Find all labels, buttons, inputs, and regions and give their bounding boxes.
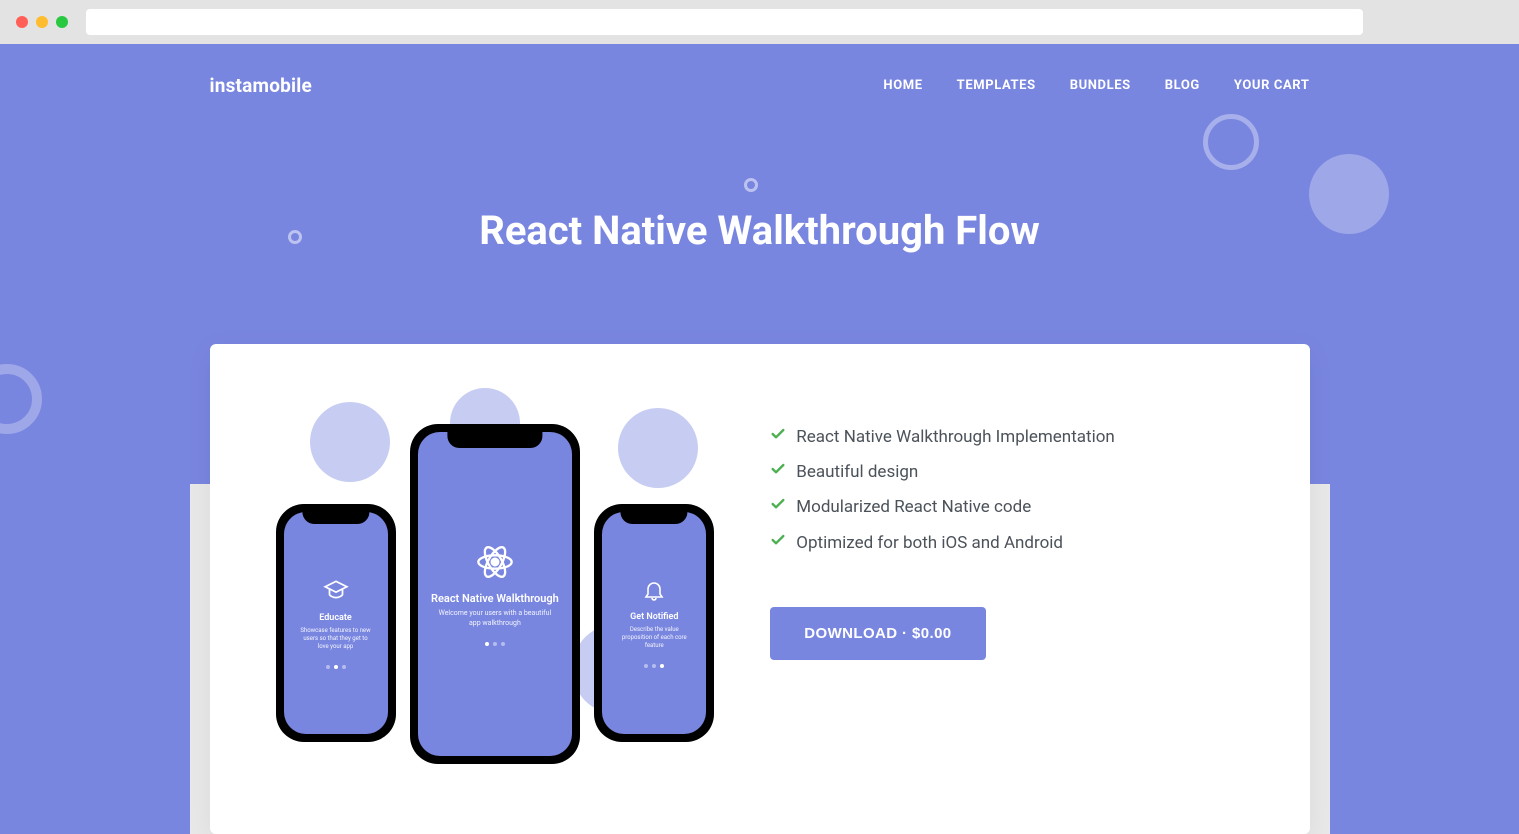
pager-dots-icon <box>485 642 505 646</box>
browser-chrome <box>0 0 1519 44</box>
check-icon <box>770 494 786 521</box>
main-nav: instamobile HOME TEMPLATES BUNDLES BLOG … <box>210 44 1310 117</box>
nav-link-blog[interactable]: BLOG <box>1165 78 1200 93</box>
atom-icon <box>475 542 515 582</box>
feature-text: React Native Walkthrough Implementation <box>796 424 1114 451</box>
nav-links: HOME TEMPLATES BUNDLES BLOG YOUR CART <box>883 78 1309 93</box>
phone-right-subtitle: Describe the value proposition of each c… <box>617 626 693 649</box>
window-controls <box>16 16 68 28</box>
feature-text: Optimized for both iOS and Android <box>796 530 1063 557</box>
phone-left-title: Educate <box>319 613 351 623</box>
decor-arc-icon <box>0 364 42 434</box>
logo[interactable]: instamobile <box>210 74 312 97</box>
feature-item: React Native Walkthrough Implementation <box>770 424 1249 451</box>
phone-center-subtitle: Welcome your users with a beautiful app … <box>435 609 556 627</box>
check-icon <box>770 530 786 557</box>
feature-text: Modularized React Native code <box>796 494 1031 521</box>
bell-icon <box>642 578 666 602</box>
maximize-window-icon[interactable] <box>56 16 68 28</box>
download-button[interactable]: DOWNLOAD · $0.00 <box>770 607 985 660</box>
page-title: React Native Walkthrough Flow <box>210 117 1310 344</box>
product-image-area: Educate Showcase features to new users s… <box>270 394 721 774</box>
phone-right-title: Get Notified <box>630 612 678 622</box>
check-icon <box>770 424 786 451</box>
feature-item: Optimized for both iOS and Android <box>770 530 1249 557</box>
close-window-icon[interactable] <box>16 16 28 28</box>
check-icon <box>770 459 786 486</box>
phone-mockup-right: Get Notified Describe the value proposit… <box>594 504 714 742</box>
phone-left-subtitle: Showcase features to new users so that t… <box>298 627 374 650</box>
nav-link-cart[interactable]: YOUR CART <box>1234 78 1310 93</box>
feature-text: Beautiful design <box>796 459 918 486</box>
phone-center-title: React Native Walkthrough <box>431 592 559 605</box>
minimize-window-icon[interactable] <box>36 16 48 28</box>
phone-mockup-left: Educate Showcase features to new users s… <box>276 504 396 742</box>
feature-list: React Native Walkthrough Implementation … <box>770 424 1249 557</box>
pager-dots-icon <box>644 664 664 668</box>
nav-link-bundles[interactable]: BUNDLES <box>1070 78 1131 93</box>
feature-item: Modularized React Native code <box>770 494 1249 521</box>
phone-mockup-center: React Native Walkthrough Welcome your us… <box>410 424 580 764</box>
feature-item: Beautiful design <box>770 459 1249 486</box>
hero-section: instamobile HOME TEMPLATES BUNDLES BLOG … <box>0 44 1519 834</box>
product-card: Educate Showcase features to new users s… <box>210 344 1310 834</box>
url-bar[interactable] <box>86 9 1363 35</box>
pager-dots-icon <box>326 665 346 669</box>
graduation-cap-icon <box>323 577 349 603</box>
nav-link-templates[interactable]: TEMPLATES <box>957 78 1036 93</box>
product-details: React Native Walkthrough Implementation … <box>770 394 1249 774</box>
nav-link-home[interactable]: HOME <box>883 78 922 93</box>
